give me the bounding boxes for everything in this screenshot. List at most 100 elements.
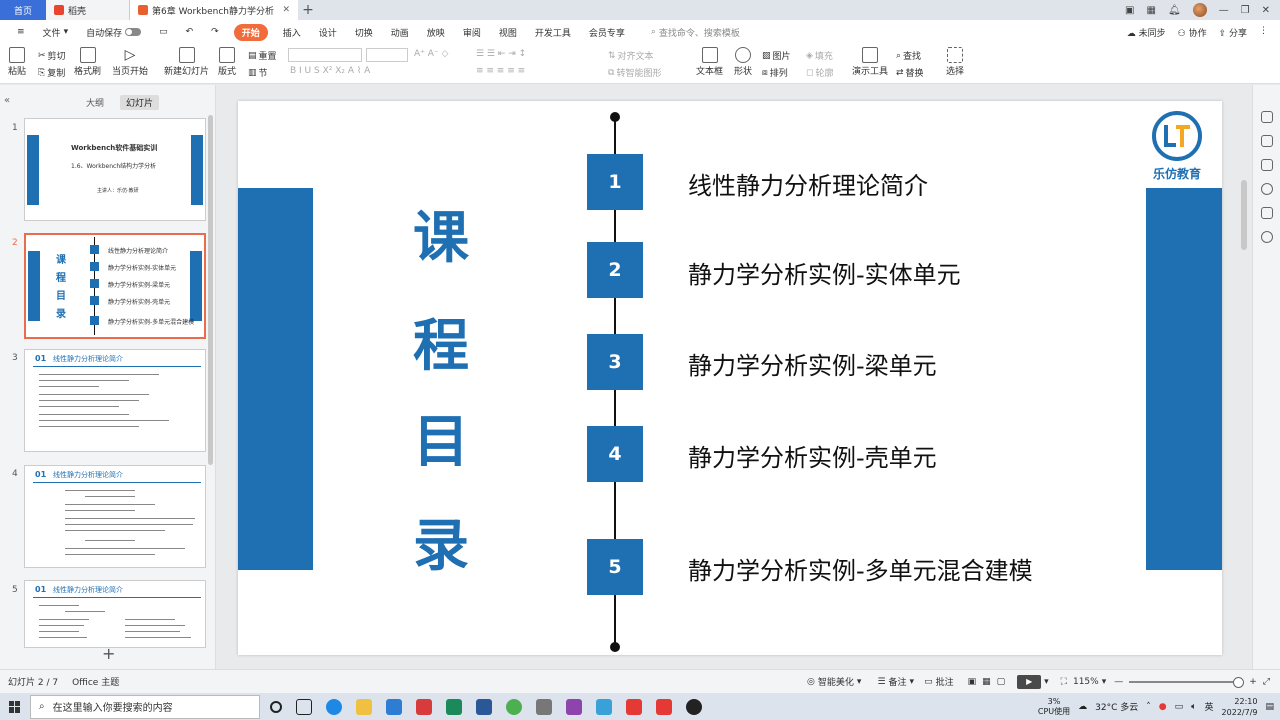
workbench-icon[interactable]	[536, 698, 552, 715]
outline-button[interactable]: ◻ 轮廓	[806, 66, 834, 80]
sync-status[interactable]: ☁ 未同步	[1127, 26, 1166, 39]
app-red-icon[interactable]	[416, 698, 432, 715]
slide[interactable]: 课 程 目 录 1 线性静力分析理论简介 2 静力学分析实例-实体单元 3 静力…	[238, 101, 1222, 655]
picture-button[interactable]: ▨ 图片	[762, 49, 791, 63]
zoom-slider[interactable]	[1129, 676, 1245, 688]
grid-icon[interactable]: ▦	[1146, 5, 1155, 16]
weather-text[interactable]: 32°C 多云	[1095, 700, 1138, 713]
new-tab-button[interactable]: +	[298, 0, 318, 20]
share-button[interactable]: ⇪ 分享	[1219, 26, 1247, 39]
tab-docer[interactable]: 稻壳	[46, 0, 130, 20]
notification-icon[interactable]: ▤	[1265, 702, 1274, 712]
bell-icon[interactable]: 🔔︎	[1168, 5, 1181, 16]
zoom-in-icon[interactable]: +	[1249, 677, 1257, 687]
cut-button[interactable]: ✂ 剪切	[38, 49, 66, 63]
command-search[interactable]: ⌕ 查找命令、搜索模板	[642, 26, 749, 39]
replace-button[interactable]: ⇄ 替换	[896, 66, 924, 80]
reset-button[interactable]: ▤ 重置	[248, 49, 277, 63]
convert-smartart-button[interactable]: ⧉ 转智能图形	[608, 66, 661, 80]
menu-start[interactable]: 开始	[233, 23, 268, 41]
recorder-icon[interactable]	[686, 698, 702, 715]
copy-button[interactable]: ⎘ 复制	[38, 66, 65, 80]
collapse-panel-icon[interactable]: «	[4, 95, 10, 106]
text-format-icons[interactable]: B I U S X² X₂ A ⌇ A	[290, 66, 370, 76]
tray-chevron-icon[interactable]: ˄	[1146, 702, 1151, 712]
edge-icon[interactable]	[326, 698, 342, 715]
thumbnail-scrollbar[interactable]	[208, 115, 213, 465]
menu-design[interactable]: 设计	[310, 26, 346, 39]
close-tab-icon[interactable]: ✕	[282, 5, 290, 15]
menu-insert[interactable]: 插入	[274, 26, 310, 39]
comments-button[interactable]: ▭ 批注	[924, 675, 954, 689]
location-icon[interactable]	[1261, 231, 1273, 243]
section-button[interactable]: ▥ 节	[248, 66, 268, 80]
network-icon[interactable]: ▭	[1175, 702, 1184, 712]
font-size-select[interactable]	[366, 48, 408, 62]
task-view-icon[interactable]	[296, 698, 312, 715]
toggle-switch[interactable]	[125, 28, 142, 36]
slide-thumbnail-2[interactable]: 课 程 目 录 线性静力分析理论简介 静力学分析实例-实体单元 静力学分析实例-…	[24, 233, 206, 339]
menu-animation[interactable]: 动画	[382, 26, 418, 39]
slide-thumbnail-5[interactable]: 01 线性静力分析理论简介	[24, 580, 206, 648]
tab-home[interactable]: 首页	[0, 0, 46, 20]
align-icons[interactable]: ≡ ≡ ≡ ≡ ≡	[476, 66, 525, 76]
shape-button[interactable]: 形状	[734, 47, 752, 77]
arrange-button[interactable]: ⧈ 排列	[762, 66, 788, 80]
redo-icon[interactable]: ↷	[202, 27, 228, 37]
menu-file[interactable]: 文件 ▾	[34, 26, 78, 39]
play-from-current-button[interactable]: ▷ 当页开始	[112, 47, 148, 77]
app-diamond-icon[interactable]	[596, 698, 612, 715]
tab-outline[interactable]: 大纲	[80, 95, 110, 110]
notes-button[interactable]: ☰ 备注 ▾	[877, 675, 914, 689]
cortana-icon[interactable]	[270, 700, 282, 713]
menu-review[interactable]: 审阅	[454, 26, 490, 39]
fill-button[interactable]: ◈ 填充	[806, 49, 833, 63]
cpu-usage[interactable]: 3% CPU使用	[1038, 697, 1070, 717]
font-name-select[interactable]	[288, 48, 362, 62]
new-slide-button[interactable]: 新建幻灯片	[164, 47, 209, 77]
slide-thumbnail-3[interactable]: 01 线性静力分析理论简介	[24, 349, 206, 452]
maximize-icon[interactable]: ❐	[1241, 5, 1250, 16]
list-icons[interactable]: ☰ ☰ ⇤ ⇥ ↕	[476, 49, 526, 59]
fit-window-icon[interactable]: ⛶	[1061, 677, 1067, 687]
fullscreen-icon[interactable]: ⤢	[1263, 677, 1270, 687]
play-slideshow-button[interactable]: ▶ ▾	[1017, 674, 1049, 689]
menu-view[interactable]: 视图	[490, 26, 526, 39]
layout-icon[interactable]: ▣	[1125, 5, 1134, 16]
close-window-icon[interactable]: ✕	[1262, 5, 1270, 16]
pin-icon[interactable]	[1261, 135, 1273, 147]
font-grow-icon[interactable]: A⁺ A⁻ ◇	[414, 49, 448, 59]
paste-button[interactable]: 粘贴	[8, 47, 26, 77]
zoom-level[interactable]: 115% ▾	[1073, 677, 1106, 687]
menu-slideshow[interactable]: 放映	[418, 26, 454, 39]
wps-office-icon[interactable]	[656, 698, 672, 715]
collab-button[interactable]: ⚇ 协作	[1178, 26, 1207, 39]
reading-view-icon[interactable]: ▢	[997, 677, 1006, 687]
tab-slides[interactable]: 幻灯片	[120, 95, 160, 110]
slide-thumbnail-4[interactable]: 01 线性静力分析理论简介	[24, 465, 206, 568]
text-direction-button[interactable]: ⇅ 对齐文本	[608, 49, 654, 63]
add-slide-button[interactable]: +	[102, 644, 115, 663]
wechat-icon[interactable]	[506, 698, 522, 715]
input-language[interactable]: 英	[1205, 700, 1214, 713]
menu-transition[interactable]: 切换	[346, 26, 382, 39]
present-tools-button[interactable]: 演示工具	[852, 47, 888, 77]
zoom-out-icon[interactable]: —	[1114, 677, 1123, 687]
taskbar-search[interactable]: ⌕ 在这里输入你要搜索的内容	[30, 694, 260, 719]
file-explorer-icon[interactable]	[356, 698, 372, 715]
panel-icon[interactable]	[1261, 207, 1273, 219]
more-icon[interactable]: ⋮	[1259, 26, 1268, 39]
minimize-icon[interactable]: —	[1219, 5, 1229, 16]
lsp-icon[interactable]	[566, 698, 582, 715]
sorter-view-icon[interactable]: ▦	[982, 677, 991, 687]
save-icon[interactable]: ▭	[150, 27, 177, 37]
format-painter-button[interactable]: 格式刷	[74, 47, 101, 77]
volume-icon[interactable]: 🔈︎	[1191, 702, 1196, 712]
help-icon[interactable]	[1261, 183, 1273, 195]
start-button[interactable]	[0, 693, 30, 720]
store-icon[interactable]	[386, 698, 402, 715]
hamburger-icon[interactable]: ≡	[8, 27, 34, 37]
tab-document[interactable]: 第6章 Workbench静力学分析 ✕	[130, 0, 298, 20]
clock[interactable]: 22:10 2022/7/9	[1222, 696, 1258, 718]
undo-icon[interactable]: ↶	[177, 27, 203, 37]
